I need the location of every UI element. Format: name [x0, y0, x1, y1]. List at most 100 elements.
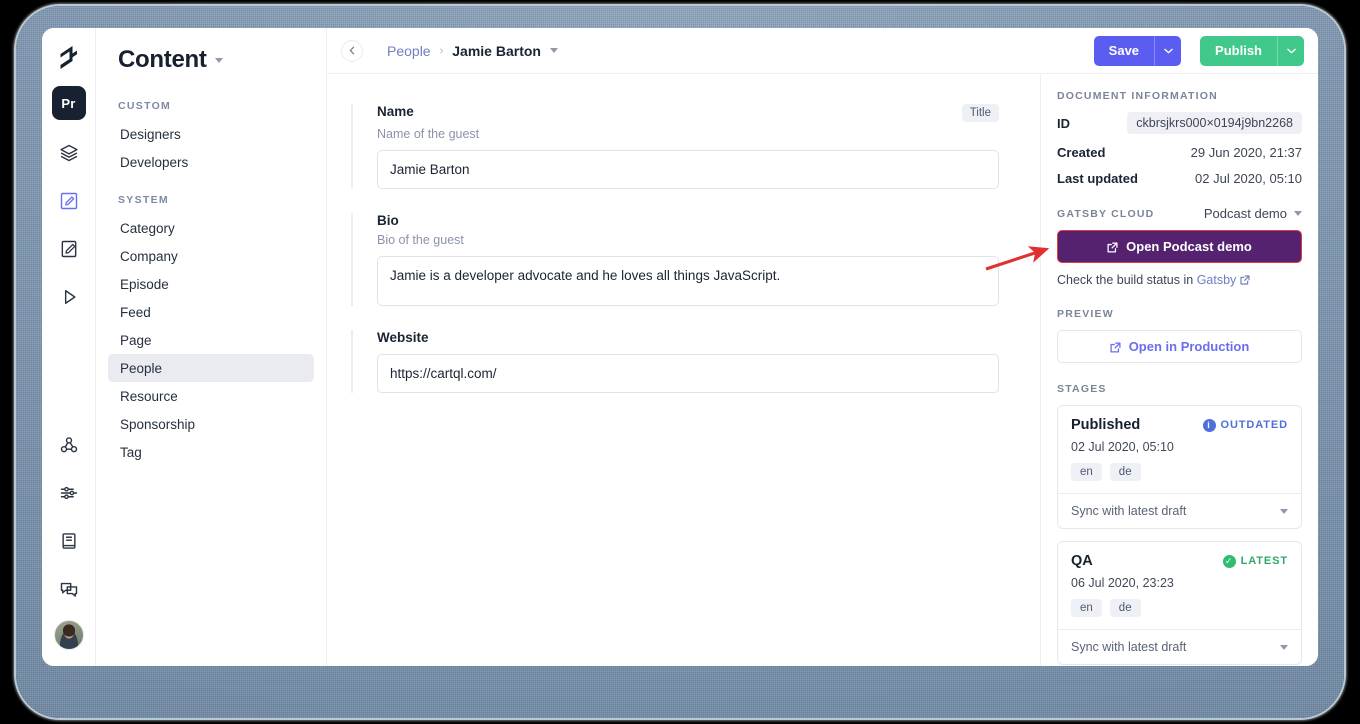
gatsby-cloud-row: GATSBY CLOUD Podcast demo — [1057, 206, 1302, 221]
gatsby-site-select[interactable]: Podcast demo — [1204, 206, 1302, 221]
stage-card-published: Published i OUTDATED 02 Jul 2020, 05:10 … — [1057, 405, 1302, 529]
sidebar-item-category[interactable]: Category — [108, 214, 314, 242]
chevron-left-icon[interactable] — [341, 39, 363, 62]
page-title: Content — [118, 46, 207, 73]
project-badge[interactable]: Pr — [51, 86, 86, 120]
website-input[interactable]: https://cartql.com/ — [377, 354, 999, 393]
document-information-heading: DOCUMENT INFORMATION — [1057, 90, 1218, 102]
name-input[interactable]: Jamie Barton — [377, 150, 999, 189]
stage-action-select[interactable]: Sync with latest draft — [1058, 493, 1301, 528]
sidebar-item-label: Sponsorship — [120, 416, 196, 432]
language-chip-de[interactable]: de — [1109, 599, 1141, 617]
stages-heading: STAGES — [1057, 383, 1107, 395]
publish-button[interactable]: Publish — [1200, 36, 1277, 66]
gatsby-link[interactable]: Gatsby — [1197, 273, 1237, 287]
build-status-note: Check the build status in Gatsby — [1057, 273, 1302, 287]
breadcrumb-parent[interactable]: People — [387, 43, 431, 59]
sidebar-item-page[interactable]: Page — [108, 326, 314, 354]
sidebar-title-row[interactable]: Content — [96, 46, 326, 74]
sidebar-item-company[interactable]: Company — [108, 242, 314, 270]
language-chip-de[interactable]: de — [1109, 463, 1141, 481]
save-button[interactable]: Save — [1094, 36, 1154, 66]
field-website: Website https://cartql.com/ — [351, 330, 999, 393]
stage-date: 02 Jul 2020, 05:10 — [1071, 440, 1174, 454]
sidebar-group-system: SYSTEM Category Company Episode Feed Pag… — [96, 194, 326, 466]
sidebar-group-label: CUSTOM — [118, 100, 172, 112]
stage-header: Published i OUTDATED — [1071, 417, 1288, 433]
field-name: Name Title Name of the guest Jamie Barto… — [351, 104, 999, 189]
stage-name: QA — [1071, 553, 1093, 569]
content-sidebar: Content CUSTOM Designers Developers SYST… — [96, 28, 327, 666]
publish-button-group[interactable]: Publish — [1200, 35, 1304, 66]
chevron-down-icon — [1280, 508, 1288, 514]
created-value: 29 Jun 2020, 21:37 — [1190, 145, 1302, 160]
info-icon: i — [1202, 418, 1216, 432]
app-window: Pr Content CUSTOM Designers Developers S… — [42, 28, 1318, 666]
graphcms-logo-icon[interactable] — [54, 42, 84, 74]
open-podcast-demo-label: Open Podcast demo — [1126, 239, 1252, 254]
icon-rail: Pr — [42, 28, 96, 666]
publish-chevron-down-icon[interactable] — [1277, 35, 1304, 66]
sidebar-item-designers[interactable]: Designers — [108, 120, 314, 148]
support-icon[interactable] — [52, 572, 86, 606]
field-header: Website — [377, 330, 999, 345]
created-row: Created 29 Jun 2020, 21:37 — [1057, 145, 1302, 160]
save-button-group[interactable]: Save — [1093, 35, 1182, 66]
gatsby-site-chevron-down-icon — [1294, 211, 1302, 216]
stage-action-label: Sync with latest draft — [1071, 504, 1187, 518]
stage-name: Published — [1071, 417, 1141, 433]
sidebar-item-label: People — [120, 360, 163, 376]
breadcrumb-separator-icon: › — [439, 44, 444, 57]
chevron-down-icon — [1280, 644, 1288, 650]
open-in-production-button[interactable]: Open in Production — [1057, 330, 1302, 363]
webhooks-icon[interactable] — [52, 428, 86, 462]
content-body: Name Title Name of the guest Jamie Barto… — [327, 74, 1318, 666]
sidebar-item-tag[interactable]: Tag — [108, 438, 314, 466]
bio-input[interactable]: Jamie is a developer advocate and he lov… — [377, 256, 999, 306]
field-hint: Bio of the guest — [377, 233, 464, 247]
stage-action-label: Sync with latest draft — [1071, 640, 1187, 654]
sidebar-item-label: Episode — [120, 276, 169, 292]
schema-icon[interactable] — [52, 136, 86, 170]
breadcrumb-current: Jamie Barton — [452, 42, 541, 59]
sidebar-item-label: Page — [120, 332, 152, 348]
sidebar-item-label: Tag — [120, 444, 142, 460]
assets-icon[interactable] — [52, 232, 86, 266]
sidebar-item-people[interactable]: People — [108, 354, 314, 382]
last-updated-label: Last updated — [1057, 171, 1138, 186]
chevron-down-icon[interactable] — [214, 57, 223, 63]
main-area: People › Jamie Barton Save Publish Name … — [327, 28, 1318, 666]
stage-top: QA ✓ LATEST 06 Jul 2020, 23:23 en de — [1058, 542, 1301, 629]
document-id-label: ID — [1057, 115, 1070, 131]
sidebar-item-feed[interactable]: Feed — [108, 298, 314, 326]
sidebar-group-custom: CUSTOM Designers Developers — [96, 100, 326, 176]
open-in-production-label: Open in Production — [1128, 339, 1250, 354]
sidebar-item-sponsorship[interactable]: Sponsorship — [108, 410, 314, 438]
stage-card-qa: QA ✓ LATEST 06 Jul 2020, 23:23 en de Syn… — [1057, 541, 1302, 665]
document-id-value[interactable]: ckbrsjkrs000×0194j9bn2268 — [1127, 112, 1302, 134]
language-chip-en[interactable]: en — [1071, 599, 1102, 617]
last-updated-value: 02 Jul 2020, 05:10 — [1195, 171, 1302, 186]
title-badge: Title — [961, 104, 999, 122]
stage-action-select[interactable]: Sync with latest draft — [1058, 629, 1301, 664]
breadcrumb: People › Jamie Barton — [387, 43, 558, 59]
external-link-icon — [1107, 241, 1118, 253]
sidebar-item-episode[interactable]: Episode — [108, 270, 314, 298]
content-icon[interactable] — [52, 184, 86, 218]
last-updated-row: Last updated 02 Jul 2020, 05:10 — [1057, 171, 1302, 186]
breadcrumb-chevron-down-icon[interactable] — [549, 48, 558, 53]
gatsby-cloud-heading: GATSBY CLOUD — [1057, 207, 1155, 220]
settings-icon[interactable] — [52, 476, 86, 510]
field-label: Website — [377, 330, 429, 345]
open-podcast-demo-button[interactable]: Open Podcast demo — [1057, 230, 1302, 263]
language-chip-en[interactable]: en — [1071, 463, 1102, 481]
sidebar-group-label: SYSTEM — [118, 194, 169, 206]
save-chevron-down-icon[interactable] — [1154, 35, 1181, 66]
playground-icon[interactable] — [52, 280, 86, 314]
docs-icon[interactable] — [52, 524, 86, 558]
sidebar-item-resource[interactable]: Resource — [108, 382, 314, 410]
sidebar-item-developers[interactable]: Developers — [108, 148, 314, 176]
sidebar-item-label: Resource — [120, 388, 178, 404]
avatar[interactable] — [53, 620, 84, 650]
build-status-prefix: Check the build status in — [1057, 273, 1194, 287]
